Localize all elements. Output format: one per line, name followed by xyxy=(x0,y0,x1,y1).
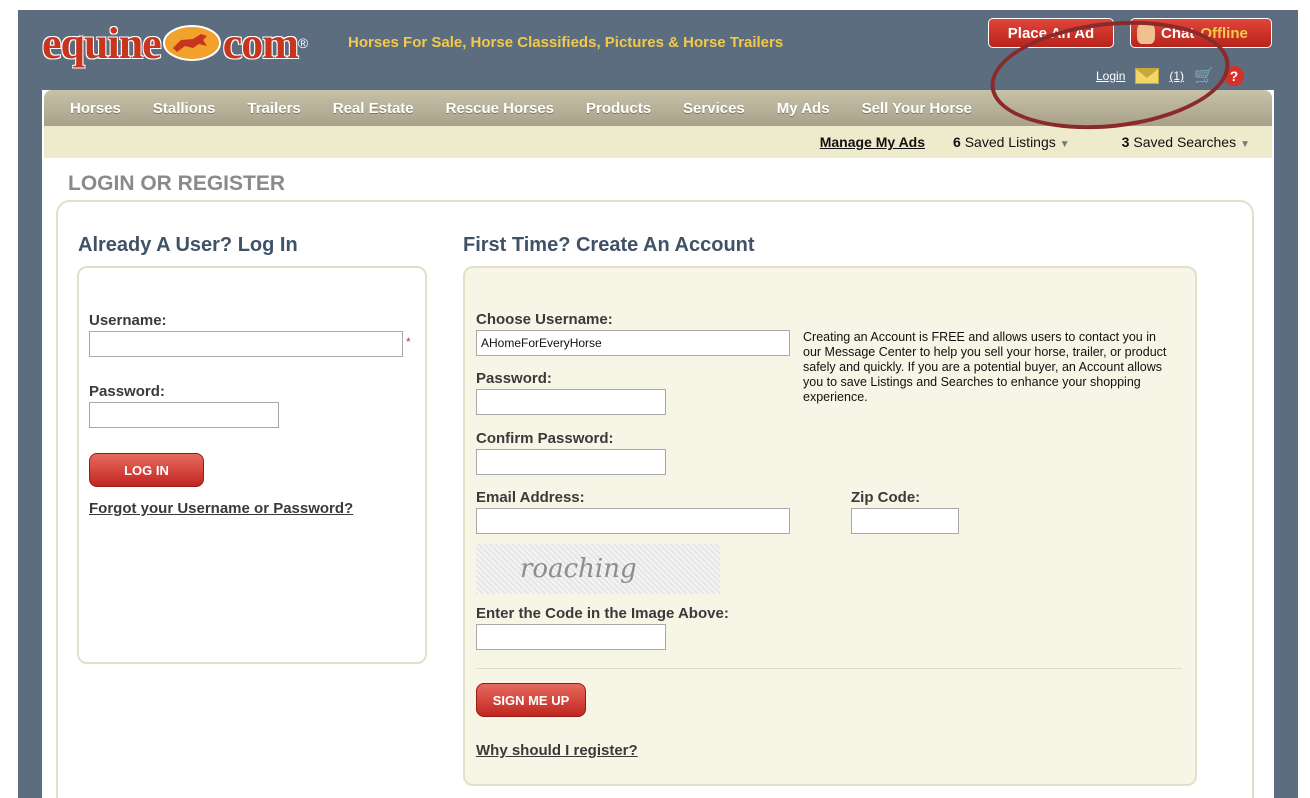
nav-item-products[interactable]: Products xyxy=(586,100,651,117)
captcha-image: roaching xyxy=(476,544,720,594)
help-icon[interactable]: ? xyxy=(1223,66,1244,86)
login-link[interactable]: Login xyxy=(1096,69,1125,83)
nav-item-sell-your-horse[interactable]: Sell Your Horse xyxy=(862,100,972,117)
register-password-label: Password: xyxy=(476,370,552,387)
forgot-credentials-link[interactable]: Forgot your Username or Password? xyxy=(89,500,353,517)
site-tagline: Horses For Sale, Horse Classifieds, Pict… xyxy=(348,34,784,51)
email-label: Email Address: xyxy=(476,489,585,506)
register-heading: First Time? Create An Account xyxy=(463,234,755,256)
nav-item-horses[interactable]: Horses xyxy=(70,100,121,117)
nav-item-stallions[interactable]: Stallions xyxy=(153,100,216,117)
horse-logo-icon xyxy=(162,25,221,61)
manage-my-ads-link[interactable]: Manage My Ads xyxy=(820,134,925,150)
site-header: equine com ® Horses For Sale, Horse Clas… xyxy=(18,10,1298,90)
logo-registered-mark: ® xyxy=(297,35,309,51)
zip-code-label: Zip Code: xyxy=(851,489,921,506)
place-ad-button[interactable]: Place An Ad xyxy=(988,18,1114,48)
nav-item-services[interactable]: Services xyxy=(683,100,745,117)
mail-count-link[interactable]: (1) xyxy=(1169,69,1184,83)
nav-item-trailers[interactable]: Trailers xyxy=(247,100,300,117)
login-username-input[interactable] xyxy=(89,331,403,357)
form-divider xyxy=(476,668,1182,669)
required-marker: * xyxy=(406,335,411,349)
confirm-password-input[interactable] xyxy=(476,449,666,475)
cart-icon[interactable]: 🛒 xyxy=(1194,66,1214,86)
why-register-link[interactable]: Why should I register? xyxy=(476,742,638,759)
chat-label: Chat xyxy=(1161,24,1195,42)
saved-listings-label: Saved Listings xyxy=(960,134,1056,150)
chat-avatar-icon xyxy=(1137,22,1155,44)
login-heading: Already A User? Log In xyxy=(78,234,298,256)
captcha-label: Enter the Code in the Image Above: xyxy=(476,605,729,622)
dropdown-arrow-icon: ▼ xyxy=(1059,139,1070,150)
account-info-text: Creating an Account is FREE and allows u… xyxy=(803,330,1167,404)
account-subbar: Manage My Ads 6 Saved Listings ▼ 3 Saved … xyxy=(44,126,1272,158)
main-nav: Horses Stallions Trailers Real Estate Re… xyxy=(44,90,1272,126)
page-title: LOGIN OR REGISTER xyxy=(68,172,286,195)
chat-status: Offline xyxy=(1200,24,1248,42)
saved-listings-dropdown[interactable]: 6 Saved Listings ▼ xyxy=(953,134,1070,150)
captcha-input[interactable] xyxy=(476,624,666,650)
login-password-input[interactable] xyxy=(89,402,279,428)
dropdown-arrow-icon: ▼ xyxy=(1240,139,1250,150)
sign-up-button[interactable]: SIGN ME UP xyxy=(476,683,586,717)
username-label: Username: xyxy=(89,312,167,329)
saved-searches-dropdown[interactable]: 3 Saved Searches ▼ xyxy=(1122,134,1250,150)
mail-icon[interactable] xyxy=(1135,68,1160,84)
logo-text-com: com xyxy=(222,18,299,68)
logo-text-equine: equine xyxy=(42,18,162,68)
saved-listings-count: 6 xyxy=(953,134,961,150)
header-utility-links: Login (1) 🛒 ? xyxy=(1096,66,1244,86)
nav-item-rescue-horses[interactable]: Rescue Horses xyxy=(446,100,554,117)
email-input[interactable] xyxy=(476,508,790,534)
nav-item-real-estate[interactable]: Real Estate xyxy=(333,100,414,117)
login-button[interactable]: LOG IN xyxy=(89,453,204,487)
nav-item-my-ads[interactable]: My Ads xyxy=(777,100,830,117)
register-password-input[interactable] xyxy=(476,389,666,415)
zip-code-input[interactable] xyxy=(851,508,959,534)
choose-username-label: Choose Username: xyxy=(476,311,613,328)
saved-searches-label: Saved Searches xyxy=(1129,134,1237,150)
confirm-password-label: Confirm Password: xyxy=(476,430,614,447)
password-label: Password: xyxy=(89,383,165,400)
chat-button[interactable]: Chat Offline xyxy=(1130,18,1272,48)
site-logo[interactable]: equine com ® xyxy=(42,18,308,68)
register-username-input[interactable] xyxy=(476,330,790,356)
